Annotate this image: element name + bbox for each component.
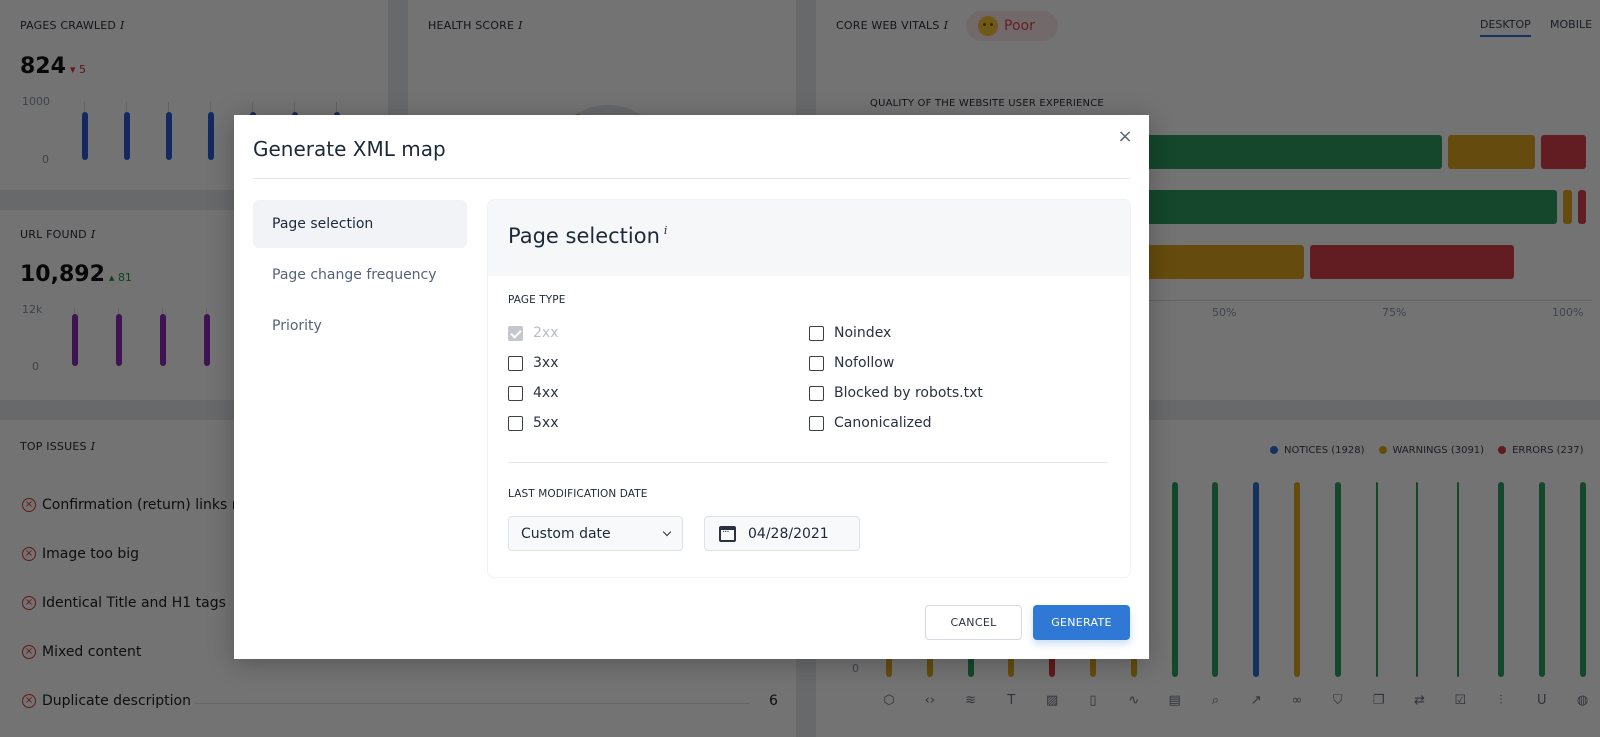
checkbox-4xx[interactable]: 4xx [508,385,558,401]
chevron-down-icon [662,527,672,537]
modal-title: Generate XML map [253,137,446,161]
cancel-button[interactable]: CANCEL [925,605,1022,640]
page-type-label: PAGE TYPE [508,294,566,306]
checkbox-blocked-by-robots[interactable]: Blocked by robots.txt [809,385,983,401]
checkbox[interactable] [508,415,523,431]
checkbox[interactable] [809,385,824,401]
checkbox[interactable] [809,325,824,341]
date-mode-select[interactable]: Custom date [508,516,683,551]
checkbox-noindex[interactable]: Noindex [809,325,891,341]
checkbox-nofollow[interactable]: Nofollow [809,355,894,371]
sidebar-item-page-selection[interactable]: Page selection [253,200,467,248]
checkbox[interactable] [508,355,523,371]
last-modification-date-label: LAST MODIFICATION DATE [508,488,648,500]
panel-title: Page selection i [508,224,668,248]
checkbox[interactable] [809,355,824,371]
generate-button[interactable]: GENERATE [1033,605,1130,640]
close-icon[interactable]: × [1115,127,1135,147]
info-icon[interactable]: i [664,224,668,237]
date-input[interactable]: 04/28/2021 [704,516,860,551]
generate-xml-map-dialog: Generate XML map × Page selection Page c… [234,115,1149,659]
page-selection-panel: Page selection i PAGE TYPE 2xx 3xx 4xx 5x… [488,200,1130,577]
calendar-icon [719,525,736,542]
checkbox[interactable] [809,415,824,431]
panel-header: Page selection i [488,200,1130,276]
sidebar-item-priority[interactable]: Priority [253,302,467,350]
checkbox-2xx[interactable]: 2xx [508,325,558,341]
checkbox-canonicalized[interactable]: Canonicalized [809,415,931,431]
sidebar-item-page-change-frequency[interactable]: Page change frequency [253,251,467,299]
divider [253,178,1130,179]
divider [508,462,1108,463]
checkbox-3xx[interactable]: 3xx [508,355,558,371]
checkbox-5xx[interactable]: 5xx [508,415,558,431]
checkbox[interactable] [508,325,523,341]
checkbox[interactable] [508,385,523,401]
